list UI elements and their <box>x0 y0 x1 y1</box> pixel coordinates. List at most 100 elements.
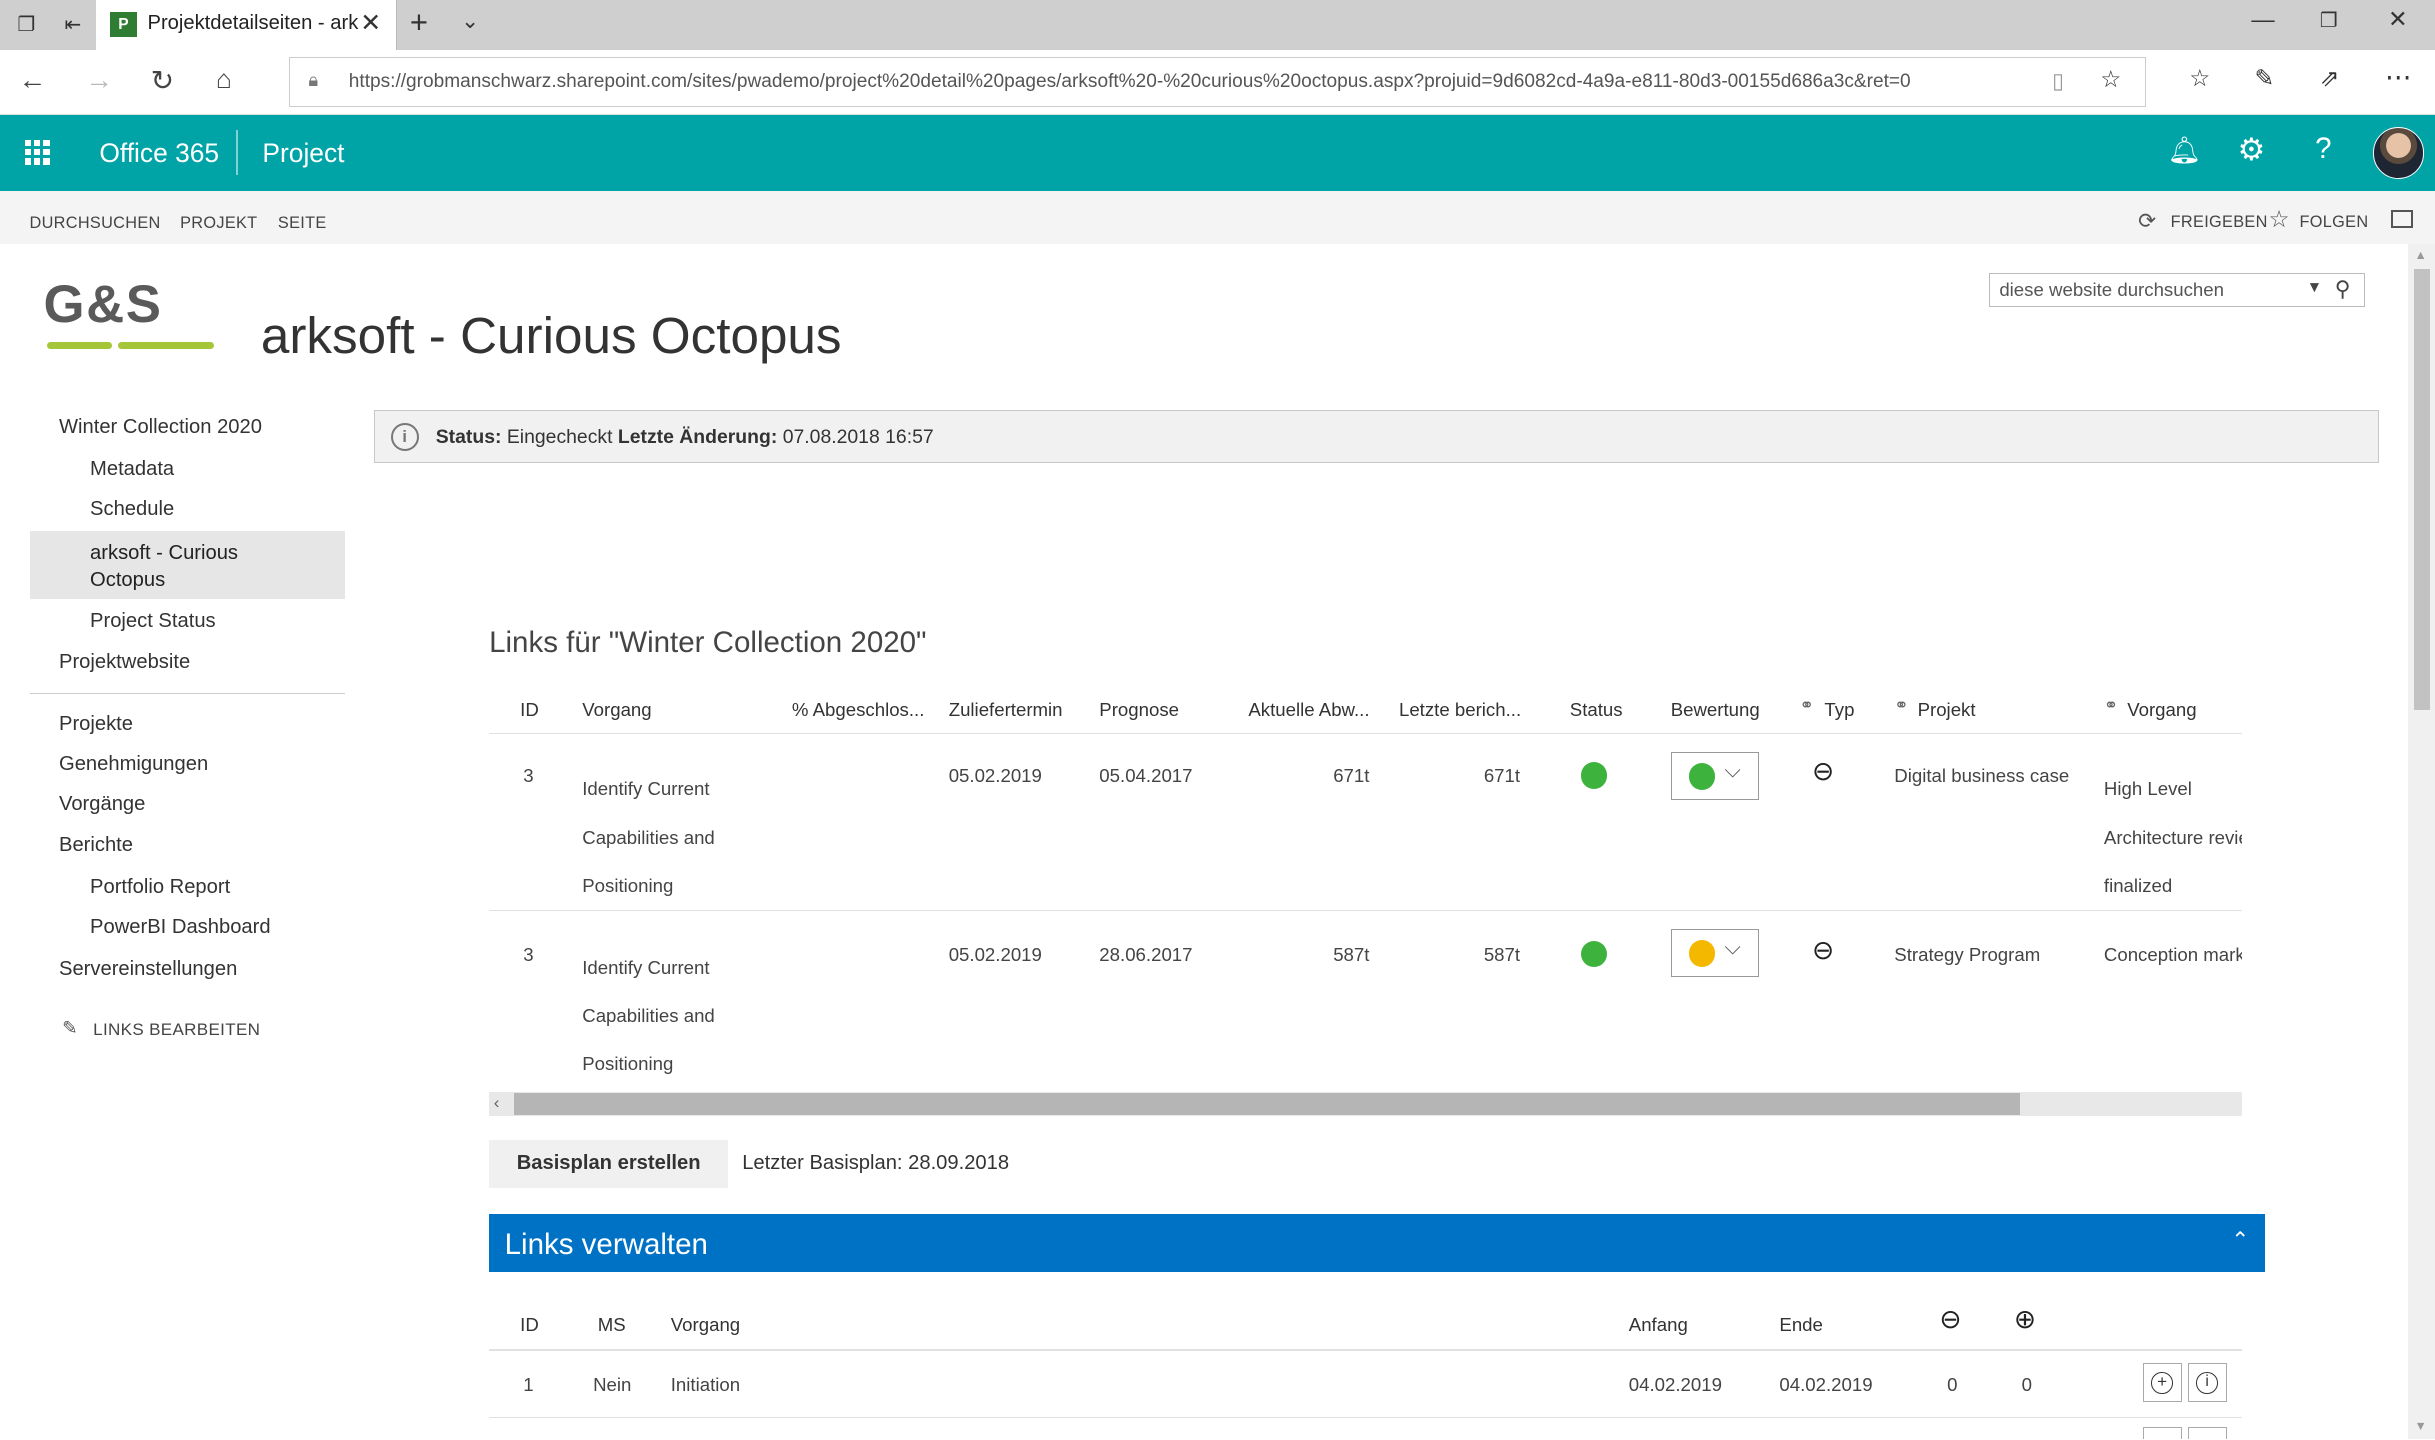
notifications-bell-icon[interactable]: 🔔︎ <box>2168 135 2201 166</box>
app-name[interactable]: Project <box>262 138 344 169</box>
nav-schedule[interactable]: Schedule <box>90 498 174 521</box>
col-status[interactable]: Status <box>1570 699 1623 721</box>
focus-mode-icon[interactable] <box>2391 209 2413 229</box>
restore-icon[interactable]: ❐ <box>2320 8 2338 33</box>
col-projekt[interactable]: Projekt <box>1918 699 1976 721</box>
nav-genehmigungen[interactable]: Genehmigungen <box>59 753 208 776</box>
collapse-chevron-up-icon[interactable]: ⌃ <box>2231 1227 2249 1253</box>
plus-circle-icon: + <box>2151 1371 2173 1394</box>
tab-close-icon[interactable]: ✕ <box>360 8 381 38</box>
minimize-icon[interactable]: — <box>2251 6 2274 33</box>
nav-winter-collection[interactable]: Winter Collection 2020 <box>59 416 262 439</box>
cell-forecast: 28.06.2017 <box>1099 944 1193 966</box>
col-percent-complete[interactable]: % Abgeschlos... <box>792 699 925 721</box>
col-typ[interactable]: Typ <box>1824 699 1854 721</box>
col-prognose[interactable]: Prognose <box>1099 699 1179 721</box>
grid-horizontal-scrollbar[interactable]: ‹ <box>489 1091 2243 1117</box>
nav-projekte[interactable]: Projekte <box>59 713 133 736</box>
more-icon[interactable]: ⋯ <box>2385 62 2411 93</box>
col-vorgang[interactable]: Vorgang <box>582 699 651 721</box>
logo-bar-right <box>117 341 215 350</box>
scroll-up-icon[interactable]: ▲ <box>2414 248 2426 262</box>
search-scope-dropdown-icon[interactable]: ▼ <box>2307 279 2322 297</box>
manage-col-ende[interactable]: Ende <box>1779 1314 1823 1336</box>
waffle-icon[interactable] <box>24 139 50 165</box>
site-search-input[interactable]: diese website durchsuchen ▼ ⚲ <box>1989 273 2365 308</box>
nav-powerbi-dashboard[interactable]: PowerBI Dashboard <box>90 916 271 939</box>
col-id[interactable]: ID <box>520 699 539 721</box>
window-close-icon[interactable]: ✕ <box>2388 6 2408 33</box>
cell-project[interactable]: Digital business case <box>1894 765 2069 787</box>
predecessors-icon: ⊕ <box>2013 1304 2036 1335</box>
nav-portfolio-report[interactable]: Portfolio Report <box>90 876 230 899</box>
manage-col-id[interactable]: ID <box>520 1314 539 1336</box>
ribbon-tab-seite[interactable]: SEITE <box>278 214 327 233</box>
ribbon-tab-projekt[interactable]: PROJEKT <box>180 214 257 233</box>
nav-servereinstellungen[interactable]: Servereinstellungen <box>59 958 237 981</box>
nav-vorgaenge[interactable]: Vorgänge <box>59 793 145 816</box>
col-zuliefertermin[interactable]: Zuliefertermin <box>949 699 1063 721</box>
col-letzte-berichtet[interactable]: Letzte berich... <box>1399 699 1521 721</box>
follow-button[interactable]: FOLGEN <box>2300 213 2369 232</box>
nav-projektwebsite[interactable]: Projektwebsite <box>59 651 190 674</box>
next-row-button-partial[interactable] <box>2142 1426 2182 1440</box>
office-365-link[interactable]: Office 365 <box>99 138 219 169</box>
info-link-button[interactable]: i <box>2187 1363 2227 1403</box>
search-icon[interactable]: ⚲ <box>2335 276 2351 302</box>
url-bar[interactable]: 🔒︎ https://grobmanschwarz.sharepoint.com… <box>288 57 2146 108</box>
status-indicator <box>1580 940 1608 968</box>
tab-list-icon[interactable]: ❐ <box>12 12 40 37</box>
back-icon[interactable]: ← <box>19 64 47 96</box>
col-bewertung[interactable]: Bewertung <box>1671 699 1760 721</box>
scroll-down-icon[interactable]: ▼ <box>2414 1419 2426 1433</box>
nav-metadata[interactable]: Metadata <box>90 458 174 481</box>
rating-dropdown[interactable]: ⌵ <box>1670 751 1760 800</box>
refresh-icon[interactable]: ↻ <box>151 64 174 97</box>
avatar[interactable] <box>2372 127 2424 179</box>
favorites-list-icon[interactable]: ☆ <box>2189 65 2210 92</box>
page-scrollbar-thumb[interactable] <box>2414 268 2430 710</box>
new-tab-icon[interactable]: + <box>410 5 428 41</box>
browser-tab[interactable]: P Projektdetailseiten - ark ✕ <box>96 0 398 50</box>
forward-icon[interactable]: → <box>85 64 113 96</box>
manage-col-anfang[interactable]: Anfang <box>1629 1314 1688 1336</box>
rating-dropdown[interactable]: ⌵ <box>1670 928 1760 977</box>
table-row[interactable]: 3 Identify Current Capabilities and Posi… <box>489 734 2243 912</box>
manage-col-ms[interactable]: MS <box>598 1314 626 1336</box>
scroll-left-icon[interactable]: ‹ <box>494 1093 500 1113</box>
manage-links-header[interactable]: Links verwalten ⌃ <box>489 1214 2266 1272</box>
next-row-button-partial[interactable] <box>2187 1426 2227 1440</box>
favorite-star-icon[interactable]: ☆ <box>2100 66 2121 93</box>
scrollbar-thumb[interactable] <box>513 1093 2021 1115</box>
share-button[interactable]: FREIGEBEN <box>2171 213 2268 232</box>
gs-logo[interactable]: G&S <box>43 279 217 354</box>
follow-star-icon[interactable]: ☆ <box>2268 206 2289 233</box>
share-sync-icon[interactable]: ⟳ <box>2138 208 2156 234</box>
help-icon[interactable]: ? <box>2315 132 2331 166</box>
share-icon[interactable]: ⇗ <box>2320 65 2340 92</box>
nav-berichte[interactable]: Berichte <box>59 834 133 857</box>
add-link-button[interactable]: + <box>2142 1363 2182 1403</box>
col-vorgang-linked[interactable]: Vorgang <box>2127 699 2196 721</box>
reading-view-icon[interactable]: ▯ <box>2052 68 2064 94</box>
home-icon[interactable]: ⌂ <box>216 64 232 95</box>
ribbon-tab-durchsuchen[interactable]: DURCHSUCHEN <box>30 214 161 233</box>
edit-links-button[interactable]: LINKS BEARBEITEN <box>93 1020 260 1040</box>
cell-linked-task[interactable]: High Level Architecture revie finalized <box>2104 765 2242 909</box>
create-baseline-button[interactable]: Basisplan erstellen <box>489 1139 729 1188</box>
settings-gear-icon[interactable]: ⚙ <box>2237 132 2265 168</box>
nav-project-status[interactable]: Project Status <box>90 610 216 633</box>
cell-due: 05.02.2019 <box>948 765 1042 787</box>
cell-project[interactable]: Strategy Program <box>1894 944 2040 966</box>
tab-dropdown-icon[interactable]: ⌄ <box>461 8 479 34</box>
table-row[interactable]: 1 Nein Initiation 04.02.2019 04.02.2019 … <box>489 1351 2243 1418</box>
table-row[interactable]: 3 Identify Current Capabilities and Posi… <box>489 913 2242 1090</box>
col-aktuelle-abweichung[interactable]: Aktuelle Abw... <box>1248 699 1369 721</box>
cell-start: 04.02.2019 <box>1628 1374 1722 1396</box>
pen-icon[interactable]: ✎ <box>2255 65 2275 92</box>
manage-col-vorgang[interactable]: Vorgang <box>671 1314 740 1336</box>
tab-back-icon[interactable]: ⇤ <box>59 12 87 37</box>
page-scrollbar[interactable]: ▲ ▼ <box>2408 243 2435 1440</box>
nav-current-project[interactable]: arksoft - Curious Octopus <box>90 540 276 593</box>
cell-linked-task[interactable]: Conception mark <box>2104 944 2242 966</box>
